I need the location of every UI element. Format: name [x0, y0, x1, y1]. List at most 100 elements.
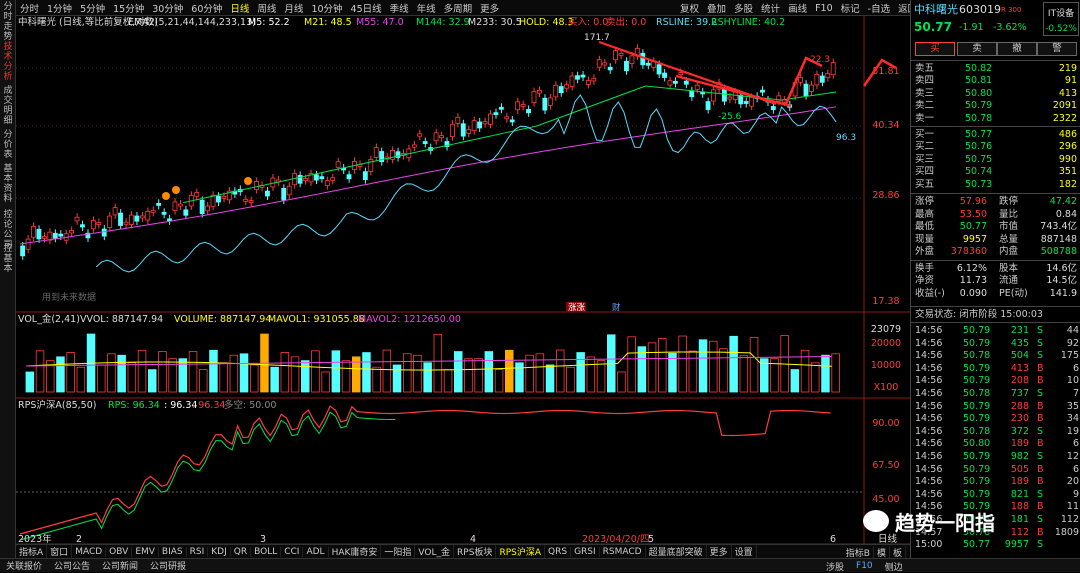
- period-tab-11[interactable]: 季线: [386, 1, 413, 15]
- period-tab-2[interactable]: 5分钟: [76, 1, 109, 15]
- bid-row[interactable]: 买五 50.73 182: [911, 179, 1080, 190]
- ask-row[interactable]: 卖四 50.81 91: [911, 75, 1080, 86]
- tick-time: 15:00: [915, 539, 943, 551]
- indicator-tab-8[interactable]: QR: [231, 546, 252, 557]
- period-tab-1[interactable]: 1分钟: [43, 1, 76, 15]
- indicator-tab-4[interactable]: EMV: [132, 546, 159, 557]
- indicator-tab-12[interactable]: HAK庸奇安: [329, 545, 382, 558]
- candle: [156, 202, 162, 206]
- indicator-tab-3[interactable]: OBV: [106, 546, 133, 557]
- indicator-value-7: 卖出: 0.0: [606, 16, 646, 28]
- toolbar-action-1[interactable]: 叠加: [703, 1, 730, 15]
- tick-volume: 737: [1010, 388, 1029, 399]
- price-label-1: 40.34: [872, 120, 899, 131]
- tick-time: 14:56: [915, 400, 943, 412]
- toolbar-action-3[interactable]: 统计: [757, 1, 784, 15]
- period-tab-5[interactable]: 60分钟: [187, 1, 226, 15]
- trade-button-3[interactable]: 警: [1037, 42, 1077, 56]
- status-link-1[interactable]: 公司公告: [48, 559, 96, 572]
- indicator-tab-15[interactable]: RPS板块: [454, 545, 497, 558]
- toolbar-action-0[interactable]: 复权: [676, 1, 703, 15]
- toolbar-action-4[interactable]: 画线: [784, 1, 811, 15]
- indicator-b-tab-0[interactable]: 指标B: [843, 545, 874, 559]
- period-tab-12[interactable]: 年线: [413, 1, 440, 15]
- period-tab-6[interactable]: 日线: [226, 1, 253, 15]
- indicator-tab-20[interactable]: 超量底部突破: [646, 545, 707, 558]
- indicator-tab-18[interactable]: GRSI: [571, 546, 600, 557]
- status-link-0[interactable]: 关联报价: [0, 559, 48, 572]
- indicator-tab-22[interactable]: 设置: [732, 545, 757, 558]
- period-tab-7[interactable]: 周线: [253, 1, 280, 15]
- indicator-value-5: HOLD: 48.3: [519, 17, 574, 28]
- ask-row[interactable]: 卖一 50.78 2322: [911, 113, 1080, 124]
- chart-area[interactable]: 中科曙光 (日线,等比前复权,对数)EMA2(5,21,44,144,233,1…: [16, 16, 910, 544]
- volume-bar: [402, 353, 412, 393]
- status-right-0[interactable]: 涉股: [820, 560, 850, 573]
- candle: [243, 198, 249, 202]
- stat-label: 涨停: [915, 196, 935, 207]
- left-tab-2[interactable]: 成交明细: [1, 86, 15, 126]
- period-tab-3[interactable]: 15分钟: [109, 1, 148, 15]
- bid-row[interactable]: 买四 50.74 351: [911, 166, 1080, 177]
- left-tab-0[interactable]: 分时走势: [1, 2, 15, 42]
- candle: [313, 174, 319, 181]
- indicator-tab-21[interactable]: 更多: [707, 545, 732, 558]
- indicator-tab-17[interactable]: QRS: [545, 546, 572, 557]
- ask-row[interactable]: 卖二 50.79 2091: [911, 100, 1080, 111]
- period-tab-0[interactable]: 分时: [16, 1, 43, 15]
- indicator-tab-14[interactable]: VOL_金: [415, 545, 455, 558]
- stat-label: 外盘: [915, 246, 935, 257]
- toolbar-action-6[interactable]: 标记: [837, 1, 864, 15]
- left-tab-1[interactable]: 技术分析: [1, 42, 15, 82]
- candle: [580, 74, 586, 78]
- left-tab-3[interactable]: 分价表: [1, 130, 15, 160]
- left-tab-4[interactable]: 基本资料: [1, 164, 15, 204]
- period-tab-13[interactable]: 多周期: [440, 1, 477, 15]
- indicator-tab-6[interactable]: RSI: [187, 546, 209, 557]
- toolbar-action-7[interactable]: -自选: [864, 1, 894, 15]
- indicator-tab-0[interactable]: 指标A: [16, 545, 48, 558]
- indicator-tab-5[interactable]: BIAS: [159, 546, 187, 557]
- volume-bar: [413, 354, 422, 393]
- trade-button-0[interactable]: 买: [915, 42, 955, 56]
- indicator-tab-11[interactable]: ADL: [303, 546, 329, 557]
- stat-label: 股本: [999, 262, 1019, 274]
- trade-button-2[interactable]: 撤: [997, 42, 1037, 56]
- toolbar-action-5[interactable]: F10: [811, 3, 837, 14]
- indicator-b-tab-1[interactable]: 模: [874, 545, 890, 559]
- left-tab-6[interactable]: 控基本: [1, 244, 15, 274]
- ask-row[interactable]: 卖五 50.82 219: [911, 63, 1080, 74]
- book-price: 50.81: [965, 75, 993, 87]
- bid-row[interactable]: 买一 50.77 486: [911, 129, 1080, 140]
- indicator-tab-16[interactable]: RPS沪深A: [496, 545, 545, 558]
- status-link-2[interactable]: 公司新闻: [96, 559, 144, 572]
- indicator-tab-19[interactable]: RSMACD: [600, 546, 646, 557]
- candle: [662, 72, 667, 78]
- period-tab-9[interactable]: 10分钟: [307, 1, 346, 15]
- tick-time: 14:56: [915, 325, 943, 336]
- indicator-tab-7[interactable]: KDJ: [208, 546, 231, 557]
- indicator-tab-9[interactable]: BOLL: [251, 546, 282, 557]
- candle: [673, 80, 678, 84]
- candle: [194, 192, 200, 197]
- indicator-tab-1[interactable]: 窗口: [47, 545, 73, 558]
- period-tab-14[interactable]: 更多: [476, 1, 503, 15]
- trade-button-1[interactable]: 卖: [957, 42, 997, 56]
- period-tab-4[interactable]: 30分钟: [148, 1, 187, 15]
- bid-row[interactable]: 买二 50.76 296: [911, 141, 1080, 152]
- status-right-1[interactable]: F10: [850, 561, 879, 571]
- candle: [575, 75, 580, 80]
- bid-row[interactable]: 买三 50.75 990: [911, 154, 1080, 165]
- volume-bar: [586, 356, 596, 393]
- ask-row[interactable]: 卖三 50.80 413: [911, 88, 1080, 99]
- indicator-tab-13[interactable]: 一阳指: [381, 545, 416, 558]
- toolbar-action-2[interactable]: 多股: [730, 1, 757, 15]
- status-link-3[interactable]: 公司研报: [144, 559, 192, 572]
- indicator-b-tab-2[interactable]: 板: [890, 545, 906, 559]
- period-tab-8[interactable]: 月线: [280, 1, 307, 15]
- status-right-2[interactable]: 侧边: [879, 560, 909, 573]
- indicator-tab-2[interactable]: MACD: [72, 546, 107, 557]
- period-tab-10[interactable]: 45日线: [347, 1, 386, 15]
- indicator-tab-10[interactable]: CCI: [281, 546, 304, 557]
- volume-bar: [647, 342, 657, 393]
